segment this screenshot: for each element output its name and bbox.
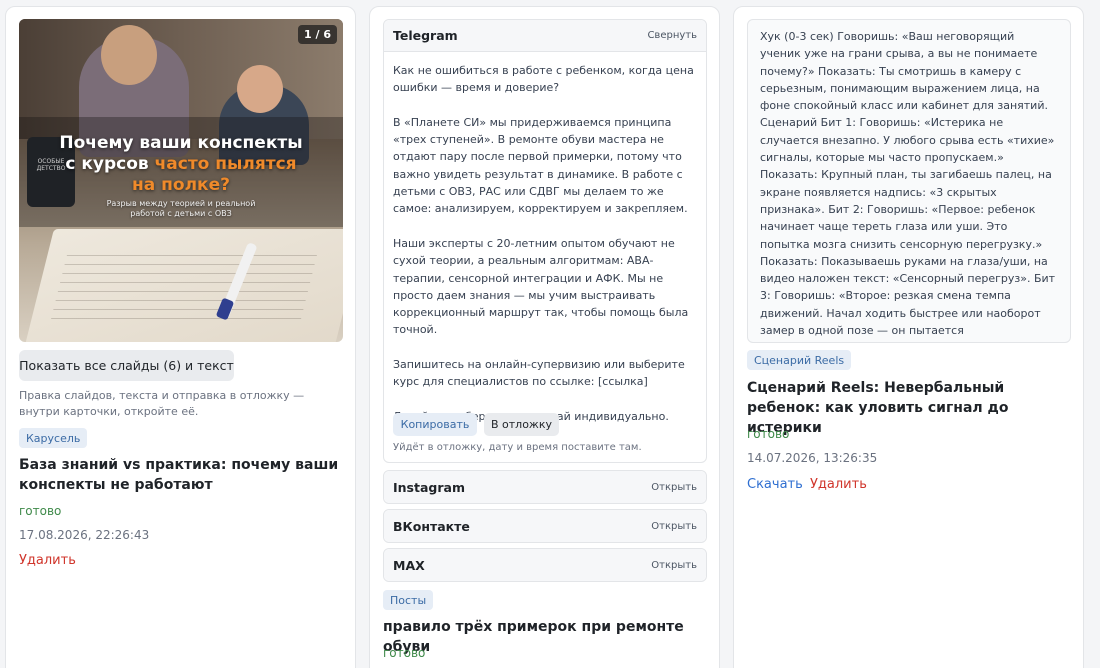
slide-headline-line3: на полке?: [132, 175, 230, 195]
platform-name: Instagram: [393, 479, 465, 495]
script-preview[interactable]: Хук (0-3 сек) Говоришь: «Ваш неговорящий…: [747, 19, 1071, 343]
open-button[interactable]: Открыть: [651, 482, 697, 493]
card-title[interactable]: правило трёх примерок при ремонте обуви: [383, 617, 703, 657]
platform-name: Telegram: [393, 28, 458, 43]
content-card-carousel[interactable]: ОСОБЫЕ ДЕТСТВО Почему ваши конспекты с к…: [5, 6, 356, 668]
collapse-button[interactable]: Свернуть: [647, 30, 697, 41]
copy-button[interactable]: Копировать: [393, 413, 477, 436]
platform-panel-instagram[interactable]: Instagram Открыть: [383, 470, 707, 504]
status-label: готово: [383, 646, 426, 660]
card-timestamp: 14.07.2026, 13:26:35: [747, 451, 878, 465]
slide-counter-badge: 1 / 6: [298, 25, 337, 44]
delete-link[interactable]: Удалить: [19, 553, 76, 568]
post-text: Как не ошибиться в работе с ребенком, ко…: [393, 64, 694, 423]
show-all-slides-button[interactable]: Показать все слайды (6) и текст: [19, 350, 234, 381]
image-child-head: [237, 65, 283, 113]
platform-name: ВКонтакте: [393, 518, 470, 534]
script-text: Хук (0-3 сек) Говоришь: «Ваш неговорящий…: [760, 30, 1057, 342]
platform-panel-header[interactable]: Instagram Открыть: [384, 471, 706, 503]
card-hint-text: Правка слайдов, текста и отправка в отло…: [19, 389, 305, 418]
status-label: готово: [19, 504, 62, 518]
content-type-tag: Сценарий Reels: [747, 350, 852, 370]
card-title[interactable]: База знаний vs практика: почему ваши кон…: [19, 455, 339, 495]
card-title[interactable]: Сценарий Reels: Невербальный ребенок: ка…: [747, 378, 1067, 438]
card-timestamp: 17.08.2026, 22:26:43: [19, 528, 150, 542]
slide-subheadline: Разрыв между теорией и реальной работой …: [106, 199, 256, 218]
platform-name: MAX: [393, 557, 425, 573]
platform-panel-header[interactable]: MAX Открыть: [384, 549, 706, 581]
platform-panel-max[interactable]: MAX Открыть: [383, 548, 707, 582]
slide-preview-image[interactable]: ОСОБЫЕ ДЕТСТВО Почему ваши конспекты с к…: [19, 19, 343, 342]
platform-panel-header[interactable]: Telegram Свернуть: [384, 20, 706, 52]
schedule-button[interactable]: В отложку: [484, 413, 559, 436]
delete-link[interactable]: Удалить: [810, 477, 867, 492]
image-notebook-lines: [49, 247, 319, 327]
image-adult-head: [101, 25, 157, 85]
download-link[interactable]: Скачать: [747, 477, 803, 492]
schedule-hint: Уйдёт в отложку, дату и время поставите …: [393, 442, 642, 453]
slide-headline: Почему ваши конспекты с курсов часто пыл…: [19, 133, 343, 196]
platform-panel-telegram: Telegram Свернуть Как не ошибиться в раб…: [383, 19, 707, 463]
platform-panel-vkontakte[interactable]: ВКонтакте Открыть: [383, 509, 707, 543]
content-card-reels[interactable]: Хук (0-3 сек) Говоришь: «Ваш неговорящий…: [733, 6, 1084, 668]
platform-panel-header[interactable]: ВКонтакте Открыть: [384, 510, 706, 542]
open-button[interactable]: Открыть: [651, 521, 697, 532]
content-type-tag: Посты: [383, 590, 434, 610]
content-card-posts[interactable]: Telegram Свернуть Как не ошибиться в раб…: [369, 6, 720, 668]
slide-headline-line1: Почему ваши конспекты: [59, 133, 303, 153]
open-button[interactable]: Открыть: [651, 560, 697, 571]
slide-headline-line2: с курсов часто пылятся: [65, 154, 297, 174]
content-type-tag: Карусель: [19, 428, 88, 448]
status-label: готово: [747, 427, 790, 441]
